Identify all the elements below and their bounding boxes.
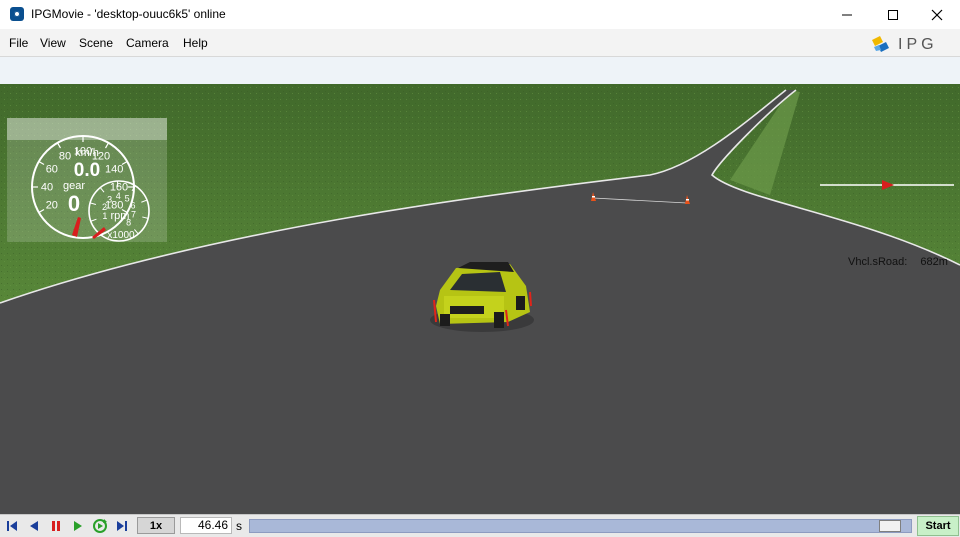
- menu-view[interactable]: View: [40, 36, 66, 50]
- pause-icon: [52, 521, 60, 531]
- skip-end-icon: [117, 521, 127, 531]
- gear-value: 0: [68, 191, 80, 216]
- step-back-icon: [30, 521, 38, 531]
- speed-tick-label: 40: [41, 182, 53, 194]
- skip-start-button[interactable]: [2, 517, 22, 535]
- play-button[interactable]: [68, 517, 88, 535]
- maximize-button[interactable]: [870, 0, 916, 29]
- minimize-button[interactable]: [824, 0, 870, 29]
- speed-gauge: 20406080 100 120140160180 km/h 0.0 gear 0 …: [7, 118, 167, 242]
- replay-icon: [93, 519, 107, 533]
- menu-bar: File View Scene Camera Help: [0, 29, 960, 57]
- step-back-button[interactable]: [24, 517, 44, 535]
- close-icon: [931, 9, 943, 20]
- sroad-readout: Vhcl.sRoad: 682m: [848, 256, 948, 268]
- speed-value: 0.0: [74, 160, 100, 181]
- minimize-icon: [842, 14, 852, 15]
- ipg-logo-text: IPG: [898, 36, 938, 52]
- rpm-tick-label: 5: [125, 193, 130, 203]
- rpm-label: rpm: [111, 210, 130, 222]
- sroad-value: 682m: [920, 256, 948, 268]
- play-icon: [74, 521, 82, 531]
- title-bar: IPGMovie - 'desktop-ouuc6k5' online: [0, 0, 960, 29]
- playback-toolbar: 1x 46.46 s Start: [0, 514, 960, 537]
- rpm-tick-label: 3: [107, 194, 112, 204]
- menu-help[interactable]: Help: [183, 36, 208, 50]
- time-field[interactable]: 46.46: [180, 517, 232, 534]
- skip-start-icon: [7, 521, 17, 531]
- sky: [0, 57, 960, 87]
- rpm-tick-label: 7: [131, 210, 136, 220]
- maximize-icon: [888, 9, 898, 20]
- speed-tick-label: 20: [46, 200, 58, 212]
- direction-arrow-icon: [820, 180, 954, 190]
- app-icon: [10, 7, 24, 21]
- playback-speed-button[interactable]: 1x: [137, 517, 175, 534]
- rpm-tick-label: 4: [116, 191, 121, 201]
- window-title: IPGMovie - 'desktop-ouuc6k5' online: [31, 7, 226, 21]
- menu-scene[interactable]: Scene: [79, 36, 113, 50]
- menu-camera[interactable]: Camera: [126, 36, 169, 50]
- close-button[interactable]: [914, 0, 960, 29]
- ipg-logo: IPG: [872, 36, 938, 52]
- timeline-slider[interactable]: [249, 519, 912, 533]
- skip-end-button[interactable]: [112, 517, 132, 535]
- speed-tick-label: 140: [105, 164, 123, 176]
- speed-tick-label: 80: [59, 150, 71, 162]
- speed-unit: km/h: [75, 147, 99, 159]
- scene-viewport[interactable]: 20 40 60 80 100 120 140 160 180 km/h 0.0 gear 0 …: [0, 57, 960, 514]
- time-unit: s: [236, 519, 242, 533]
- replay-button[interactable]: [90, 517, 110, 535]
- pause-button[interactable]: [46, 517, 66, 535]
- rpm-multiplier: x1000: [107, 230, 135, 241]
- rpm-tick-label: 1: [102, 211, 107, 221]
- menu-file[interactable]: File: [9, 36, 28, 50]
- start-button[interactable]: Start: [917, 516, 959, 536]
- speed-tick-label: 60: [46, 164, 58, 176]
- timeline-thumb[interactable]: [879, 520, 901, 532]
- sroad-label: Vhcl.sRoad:: [848, 256, 908, 268]
